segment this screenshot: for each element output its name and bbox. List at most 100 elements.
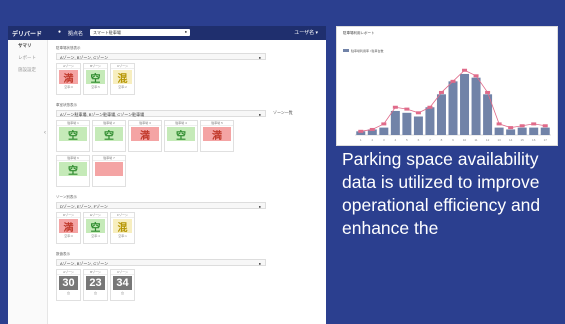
location-select[interactable]: スマート駐車場 ● xyxy=(90,29,190,36)
section-title: 車室状態表示 xyxy=(56,103,77,107)
usage-chart: 1 2 3 4 5 6 7 8 9 10 11 12 13 14 15 16 17 xyxy=(355,68,551,142)
card-header: Dゾーン xyxy=(57,213,80,218)
chart-bar xyxy=(540,127,550,135)
zone-list-link[interactable]: ゾーン一覧 xyxy=(273,110,293,116)
status-card[interactable]: Eゾーン空空車:4 xyxy=(83,212,108,244)
status-card[interactable]: Bゾーン空空車:5 xyxy=(83,63,108,95)
card-status: 満 xyxy=(131,127,159,142)
chart-point xyxy=(519,124,525,128)
section-count-display: 数値表示 Aゾーン, Bゾーン, Cゾーン ● Aゾーン 30 台 Bゾーン 23 台 Cゾ… xyxy=(56,252,320,301)
chart-bar xyxy=(379,127,389,135)
chart-point xyxy=(496,122,502,126)
sidebar-item-settings[interactable]: 施設設定 xyxy=(8,64,47,76)
card-header: 駐車場 6 xyxy=(57,156,89,161)
main-content: 駐車場状態表示 Aゾーン, Bゾーン, Cゾーン ● Aゾーン満空車:0 Bゾーン… xyxy=(56,40,320,324)
status-card[interactable]: 駐車場 2空 xyxy=(92,120,126,152)
card-status: 満 xyxy=(59,70,78,85)
status-card[interactable]: Bゾーン 23 台 xyxy=(83,269,108,301)
zone-select-value: Aゾーン, Bゾーン, Cゾーン xyxy=(60,261,109,266)
chart-point xyxy=(427,105,433,109)
card-footer: 空車:1 xyxy=(118,234,127,238)
chart-point xyxy=(531,122,537,126)
status-card[interactable]: Aゾーン 30 台 xyxy=(56,269,81,301)
status-card[interactable]: 駐車場 6空 xyxy=(56,155,90,187)
status-card-row: 駐車場 1 空駐車場 2 空駐車場 3 満駐車場 4 空駐車場 5満 xyxy=(56,120,320,152)
card-header: 駐車場 5 xyxy=(201,121,233,126)
card-header: Aゾーン xyxy=(57,270,80,275)
card-header: 駐車場 3 xyxy=(129,121,161,126)
card-header: Cゾーン xyxy=(111,270,134,275)
chart-point xyxy=(508,126,514,130)
status-card[interactable]: Cゾーン 34 台 xyxy=(110,269,135,301)
card-status: 空 xyxy=(95,127,123,142)
card-status: 空 xyxy=(59,162,87,177)
chart-bar xyxy=(506,129,516,135)
card-footer: 空車:4 xyxy=(91,234,100,238)
chevron-down-icon: ● xyxy=(258,261,261,266)
status-card[interactable]: 駐車場 1空 xyxy=(56,120,90,152)
status-card[interactable]: 駐車場 5満 xyxy=(200,120,234,152)
parking-dashboard-window: デリバード ● 拠点名 スマート駐車場 ● ユーザ名 ▾ サマリ レポート 施設… xyxy=(8,26,326,324)
status-card[interactable]: Cゾーン混空車:2 xyxy=(110,63,135,95)
card-header: 駐車場 1 xyxy=(57,121,89,126)
card-footer: 空車:0 xyxy=(64,234,73,238)
card-status: 空 xyxy=(86,219,105,234)
sidebar: サマリ レポート 施設設定 ‹ xyxy=(8,40,48,324)
x-tick-label: 14 xyxy=(509,138,513,142)
status-card[interactable]: Aゾーン満空車:0 xyxy=(56,63,81,95)
lot-select[interactable]: Aゾーン駐車場, Bゾーン駐車場, Cゾーン駐車場 ● xyxy=(56,110,266,117)
chart-point xyxy=(404,107,410,111)
status-card[interactable]: 駐車場 3満 xyxy=(128,120,162,152)
card-status: 空 xyxy=(86,70,105,85)
card-header: Fゾーン xyxy=(111,213,134,218)
section-title: 駐車場状態表示 xyxy=(56,46,81,50)
card-footer: 空車:2 xyxy=(118,85,127,89)
chart-point xyxy=(358,129,364,133)
x-tick-label: 11 xyxy=(474,138,477,142)
status-card-row: Aゾーン満空車:0 Bゾーン空空車:5 Cゾーン混空車:2 xyxy=(56,63,320,95)
sidebar-item-summary[interactable]: サマリ xyxy=(8,40,47,52)
collapse-sidebar-icon[interactable]: ‹ xyxy=(44,130,46,136)
location-pin-icon: ● xyxy=(58,29,62,35)
status-card[interactable]: Fゾーン混空車:1 xyxy=(110,212,135,244)
chart-point xyxy=(462,68,468,72)
status-card-row: Dゾーン満空車:0 Eゾーン空空車:4 Fゾーン混空車:1 xyxy=(56,212,320,244)
x-tick-label: 3 xyxy=(383,138,385,142)
sidebar-item-report[interactable]: レポート xyxy=(8,52,47,64)
card-status: 混 xyxy=(113,219,132,234)
zone-select[interactable]: Aゾーン, Bゾーン, Cゾーン ● xyxy=(56,53,266,60)
count-card-row: Aゾーン 30 台 Bゾーン 23 台 Cゾーン 34 台 xyxy=(56,269,320,301)
card-footer: 台 xyxy=(120,291,124,295)
card-header: Eゾーン xyxy=(84,213,107,218)
chart-point xyxy=(369,127,375,131)
card-status: 34 xyxy=(113,276,132,290)
chart-point xyxy=(381,122,387,126)
card-footer: 空車:0 xyxy=(64,85,73,89)
app-logo: デリバード xyxy=(12,32,43,38)
x-tick-label: 9 xyxy=(452,138,454,142)
user-menu[interactable]: ユーザ名 ▾ xyxy=(294,29,318,36)
chevron-down-icon: ● xyxy=(258,112,261,117)
x-tick-label: 10 xyxy=(463,138,467,142)
section-space-status: 車室状態表示 Aゾーン駐車場, Bゾーン駐車場, Cゾーン駐車場 ● ゾーン一覧… xyxy=(56,103,320,187)
chart-bar xyxy=(471,77,481,135)
card-header: Cゾーン xyxy=(111,64,134,69)
status-card[interactable]: 駐車場 7 xyxy=(92,155,126,187)
x-tick-label: 16 xyxy=(532,138,536,142)
caption-text: Parking space availability data is utili… xyxy=(342,149,541,238)
chart-bar xyxy=(517,127,527,135)
status-card[interactable]: 駐車場 4空 xyxy=(164,120,198,152)
status-card-row: 駐車場 6 空駐車場 7 xyxy=(56,155,320,187)
chart-bar xyxy=(390,110,400,135)
x-tick-label: 4 xyxy=(395,138,397,142)
chart-bar xyxy=(436,94,446,135)
card-status: 23 xyxy=(86,276,105,290)
zone-select[interactable]: Dゾーン, Eゾーン, Fゾーン ● xyxy=(56,202,266,209)
status-card[interactable]: Dゾーン満空車:0 xyxy=(56,212,81,244)
chart-bar xyxy=(413,116,423,135)
card-status: 満 xyxy=(59,219,78,234)
chevron-down-icon: ● xyxy=(258,55,261,60)
card-header: Aゾーン xyxy=(57,64,80,69)
zone-select[interactable]: Aゾーン, Bゾーン, Cゾーン ● xyxy=(56,259,266,266)
card-status: 空 xyxy=(59,127,87,142)
